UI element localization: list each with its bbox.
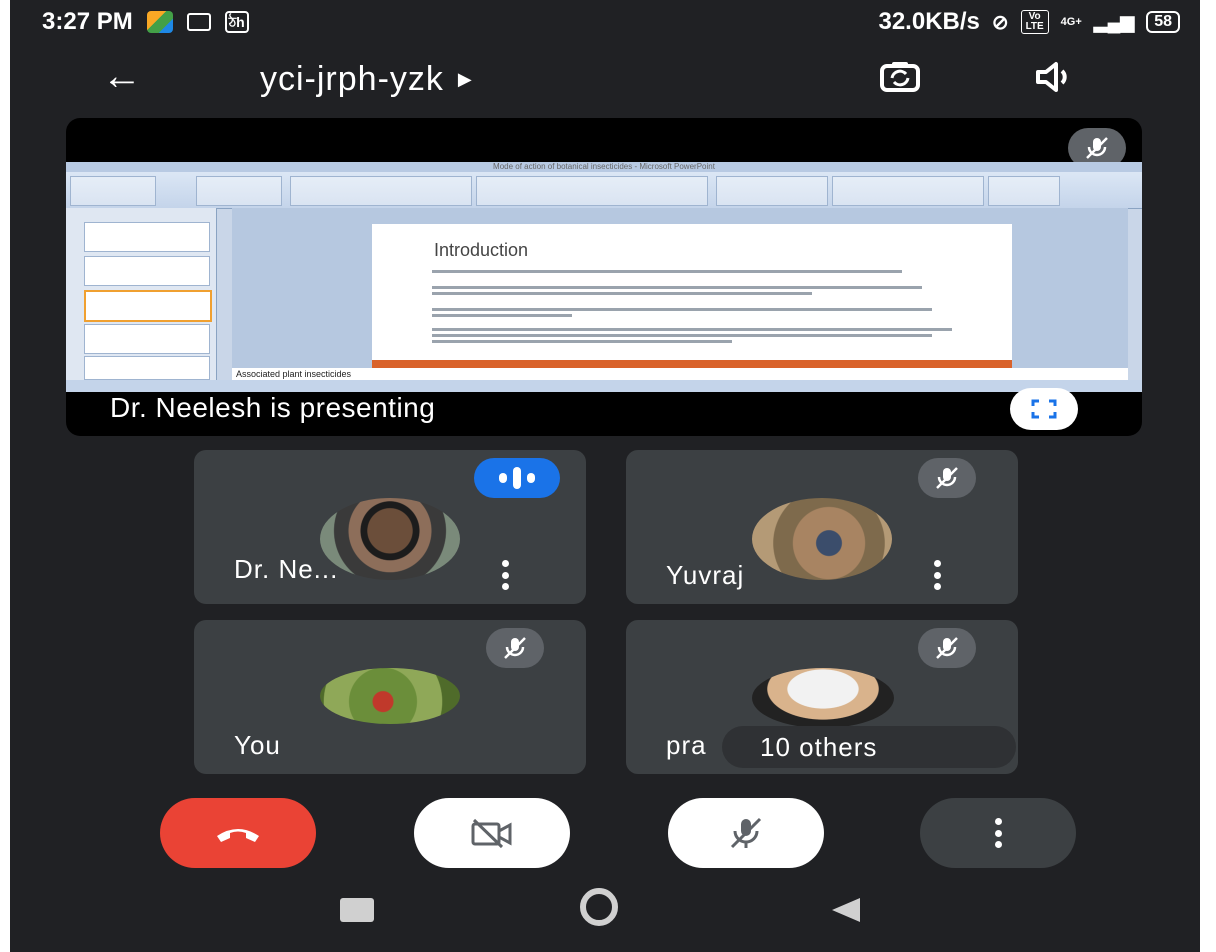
app-notification-icon: ঠh <box>224 11 249 33</box>
network-type: 4G+ <box>1060 16 1082 28</box>
participant-tile-you[interactable]: You <box>194 620 586 774</box>
speaking-indicator-icon <box>474 458 560 498</box>
camera-off-icon <box>471 818 512 849</box>
shared-screen: Mode of action of botanical insecticides… <box>66 162 1142 392</box>
phone-hangup-icon <box>217 829 259 842</box>
slide-title: Introduction <box>434 240 529 260</box>
participant-tile-yuvraj[interactable]: Yuvraj <box>626 450 1018 604</box>
slide: Introduction <box>372 224 1012 368</box>
presenting-banner: Dr. Neelesh is presenting <box>110 392 436 423</box>
status-bar-right: 32.0KB/s ⊘ Vo LTE 4G+ ▂▄▆ 58 <box>878 8 1180 36</box>
presentation-tile[interactable]: Mode of action of botanical insecticides… <box>66 118 1142 436</box>
avatar <box>320 498 460 580</box>
slide-thumbnails <box>66 208 217 380</box>
participant-name: pra <box>666 730 707 760</box>
speaker-icon[interactable] <box>1034 60 1078 94</box>
back-icon[interactable] <box>832 898 860 922</box>
ppt-status-bar <box>66 380 1142 392</box>
photos-notification-icon <box>146 11 173 33</box>
status-bar-left: 3:27 PM ঠh <box>42 8 249 36</box>
ppt-ribbon: Mode of action of botanical insecticides… <box>66 162 1142 209</box>
more-vert-icon <box>993 818 1003 848</box>
alarm-off-icon: ⊘ <box>991 11 1009 34</box>
camera-switch-icon[interactable] <box>878 60 922 94</box>
mic-toggle-button[interactable] <box>668 798 824 868</box>
participant-name: Yuvraj <box>666 560 745 590</box>
meet-call-screen: 3:27 PM ঠh 32.0KB/s ⊘ Vo LTE 4G+ ▂▄▆ 58 … <box>10 0 1200 952</box>
battery-icon: 58 <box>1146 11 1180 33</box>
meeting-title[interactable]: yci-jrph-yzk ▶ <box>260 60 473 99</box>
meeting-code: yci-jrph-yzk <box>260 60 444 98</box>
participant-tile-dr-ne[interactable]: Dr. Ne... <box>194 450 586 604</box>
fullscreen-icon <box>1031 399 1057 419</box>
signal-icon: ▂▄▆ <box>1093 11 1135 32</box>
avatar <box>752 668 894 728</box>
volte-icon: Vo LTE <box>1020 10 1049 34</box>
more-vert-icon[interactable] <box>932 560 942 590</box>
avatar <box>320 668 460 724</box>
home-icon[interactable] <box>580 888 618 926</box>
slide-notes: Associated plant insecticides <box>232 368 1128 380</box>
mic-off-icon <box>918 628 976 668</box>
camera-toggle-button[interactable] <box>414 798 570 868</box>
others-count: 10 others <box>760 732 878 762</box>
end-call-button[interactable] <box>160 798 316 868</box>
status-time: 3:27 PM <box>42 8 133 35</box>
chevron-right-icon: ▶ <box>457 69 473 89</box>
call-header: ← yci-jrph-yzk ▶ <box>10 46 1200 106</box>
mic-off-icon <box>918 458 976 498</box>
ppt-window-title: Mode of action of botanical insecticides… <box>66 162 1142 172</box>
participant-name: Dr. Ne... <box>234 554 339 584</box>
android-nav-bar <box>10 870 1200 952</box>
more-vert-icon[interactable] <box>500 560 510 590</box>
mic-off-icon <box>486 628 544 668</box>
avatar <box>752 498 892 580</box>
fullscreen-button[interactable] <box>1010 388 1078 430</box>
recents-icon[interactable] <box>340 898 374 922</box>
slide-canvas: Introduction <box>232 208 1128 368</box>
status-bar: 3:27 PM ঠh 32.0KB/s ⊘ Vo LTE 4G+ ▂▄▆ 58 <box>10 0 1200 44</box>
video-notification-icon <box>186 13 211 31</box>
network-speed: 32.0KB/s <box>878 8 980 35</box>
participant-name: You <box>234 730 281 760</box>
arrow-left-icon[interactable]: ← <box>102 56 142 96</box>
more-options-button[interactable] <box>920 798 1076 868</box>
mic-off-icon <box>730 817 762 849</box>
